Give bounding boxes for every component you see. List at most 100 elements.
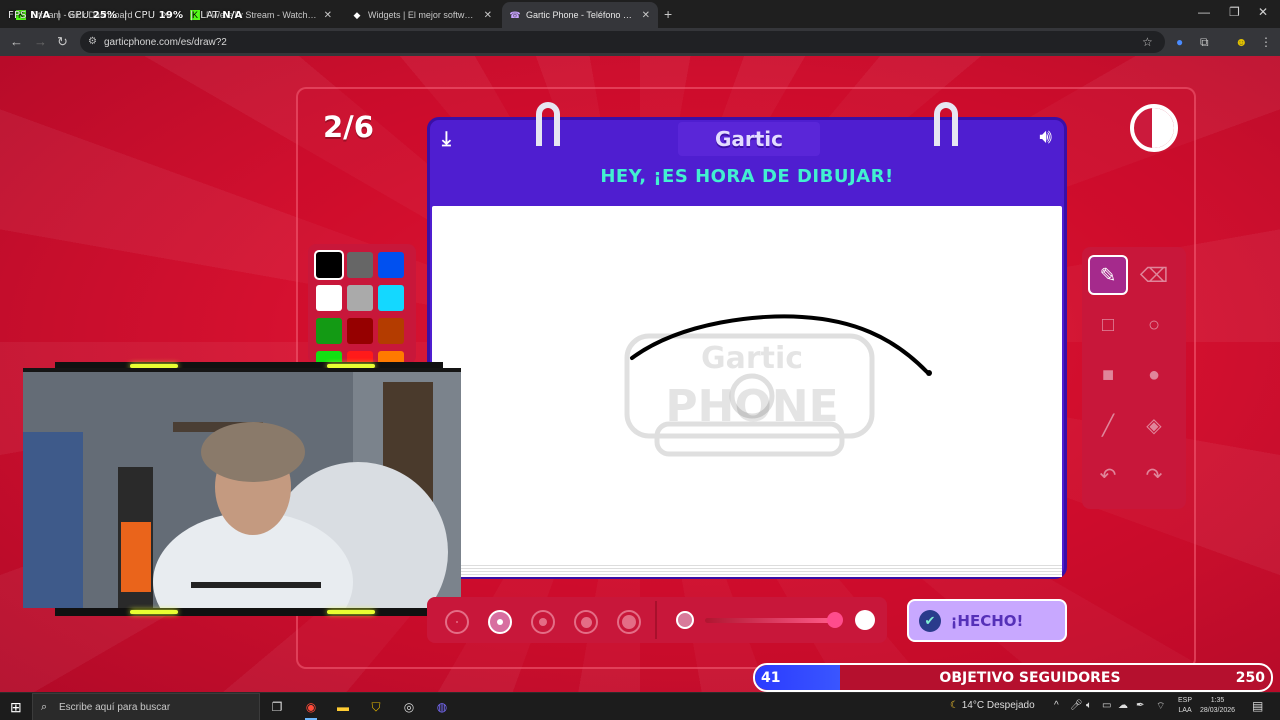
restore-icon[interactable]: ❐ — [1229, 5, 1240, 19]
close-icon[interactable]: ✕ — [642, 10, 650, 21]
lat-label: LAT — [200, 10, 219, 21]
window-close-icon[interactable]: ✕ — [1258, 5, 1268, 19]
file-explorer-icon[interactable]: ▬ — [333, 697, 353, 717]
brush-size-3[interactable] — [531, 610, 555, 634]
close-icon[interactable]: ✕ — [484, 10, 492, 21]
tray-overflow-icon[interactable]: ^ — [1054, 700, 1059, 711]
clock-time: 1:35 — [1210, 697, 1225, 704]
opacity-slider[interactable] — [705, 618, 835, 623]
cloud-icon[interactable]: ☁ — [1118, 700, 1128, 711]
color-swatch-black[interactable] — [314, 250, 344, 280]
fps-label: FPS — [8, 10, 27, 21]
obs-icon[interactable]: ◎ — [399, 697, 419, 717]
brush-size-1[interactable] — [445, 610, 469, 634]
network-icon[interactable]: ▭ — [1102, 700, 1111, 711]
language-indicator[interactable]: ESP LAA — [1178, 696, 1192, 716]
microphone-icon[interactable]: 🎤︎ — [1070, 700, 1083, 711]
check-icon: ✔ — [919, 610, 941, 632]
minimize-icon[interactable]: — — [1198, 5, 1210, 19]
color-swatch-dark-red[interactable] — [347, 318, 373, 344]
opacity-slider-handle[interactable] — [827, 612, 843, 628]
tab-title: Widgets | El mejor software para streame… — [368, 10, 478, 20]
task-view-icon[interactable]: ❐ — [267, 697, 287, 717]
url-text: garticphone.com/es/draw?2 — [104, 36, 227, 48]
discord-icon[interactable]: ◍ — [432, 697, 452, 717]
drawing-canvas[interactable]: Gartic PHONE — [432, 206, 1062, 566]
profile-avatar-icon[interactable]: ☻ — [1235, 35, 1248, 49]
bookmark-star-icon[interactable]: ☆ — [1142, 35, 1153, 49]
search-placeholder: Escribe aquí para buscar — [59, 701, 171, 713]
weather-widget[interactable]: ☾ 14°C Despejado — [950, 700, 1035, 711]
performance-overlay: FPS N/A | GPU 25% | CPU 19% | LAT N/A — [8, 10, 243, 21]
goal-label: OBJETIVO SEGUIDORES — [939, 670, 1121, 686]
binder-ring-right — [934, 102, 958, 146]
watermark-text-gartic: Gartic — [701, 341, 803, 376]
opacity-low-icon — [676, 611, 694, 629]
lang-secondary: LAA — [1178, 707, 1192, 714]
tab-widgets[interactable]: ◆ Widgets | El mejor software para strea… — [344, 2, 500, 28]
brush-size-2[interactable] — [488, 610, 512, 634]
done-button[interactable]: ✔ ¡HECHO! — [907, 599, 1067, 642]
wifi-icon[interactable]: ⌔ — [1156, 700, 1165, 713]
back-icon[interactable]: ← — [10, 34, 23, 49]
shield-app-icon[interactable]: ⛉ — [366, 697, 386, 717]
reload-icon[interactable]: ↻ — [57, 34, 68, 50]
pencil-icon[interactable]: ✎ — [1088, 255, 1128, 295]
webcam-feed — [23, 368, 461, 608]
address-bar: ← → ↻ ⚙ garticphone.com/es/draw?2 ☆ ● ⧉ … — [0, 28, 1280, 56]
forward-icon[interactable]: → — [34, 34, 47, 49]
chrome-icon[interactable]: ◉ — [301, 697, 321, 720]
eraser-icon[interactable]: ⌫ — [1134, 255, 1174, 295]
divider — [655, 601, 657, 639]
lat-value: N/A — [222, 10, 243, 21]
download-icon[interactable]: ⤓ — [442, 128, 451, 151]
tool-panel: ✎ ⌫ □ ○ ■ ● ╱ ◈ ↶ ↷ — [1082, 247, 1186, 509]
color-swatch-gray[interactable] — [347, 252, 373, 278]
fill-bucket-icon[interactable]: ◈ — [1134, 405, 1174, 445]
goal-target: 250 — [1235, 670, 1265, 686]
site-info-icon[interactable]: ⚙ — [88, 36, 97, 47]
webcam-glow — [130, 610, 178, 614]
color-swatch-green[interactable] — [316, 318, 342, 344]
taskbar-search[interactable]: ⌕ Escribe aquí para buscar — [32, 693, 260, 720]
tab-gartic-phone[interactable]: ☎ Gartic Phone - Teléfono Descompuesto ✕ — [502, 2, 658, 28]
watermark-text-phone: PHONE — [665, 381, 838, 432]
color-swatch-blue[interactable] — [378, 252, 404, 278]
sound-icon[interactable]: 🔊︎ — [1039, 126, 1052, 149]
line-icon[interactable]: ╱ — [1088, 405, 1128, 445]
circle-filled-icon[interactable]: ● — [1134, 355, 1174, 395]
gartic-page: 2/6 Gartic ⤓ 🔊︎ HEY, ¡ES HORA DE DIBUJAR… — [0, 56, 1280, 692]
canvas-drawing: Gartic PHONE — [624, 314, 932, 457]
color-swatch-cyan[interactable] — [378, 285, 404, 311]
circle-outline-icon[interactable]: ○ — [1134, 305, 1174, 345]
brush-options-bar — [427, 597, 887, 643]
url-input[interactable]: ⚙ garticphone.com/es/draw?2 — [80, 31, 1165, 53]
speaker-icon[interactable]: 🔈︎ — [1086, 700, 1092, 711]
weather-text: 14°C Despejado — [961, 700, 1035, 711]
close-icon[interactable]: ✕ — [324, 10, 332, 21]
brush-size-5[interactable] — [617, 610, 641, 634]
rect-filled-icon[interactable]: ■ — [1088, 355, 1128, 395]
notifications-icon[interactable]: ▤ — [1252, 699, 1263, 713]
undo-icon[interactable]: ↶ — [1088, 455, 1128, 495]
gartic-logo: Gartic — [678, 122, 820, 156]
widgets-favicon-icon: ◆ — [353, 9, 361, 20]
windows-start-icon[interactable]: ⊞ — [10, 699, 22, 716]
search-icon: ⌕ — [41, 701, 48, 713]
pen-icon[interactable]: ✒ — [1136, 700, 1144, 711]
brush-size-4[interactable] — [574, 610, 598, 634]
lang-primary: ESP — [1178, 697, 1193, 704]
extensions-puzzle-icon[interactable]: ⧉ — [1200, 35, 1209, 50]
new-tab-icon[interactable]: + — [664, 6, 672, 22]
extension-icon[interactable]: ● — [1176, 35, 1183, 49]
instruction-title: HEY, ¡ES HORA DE DIBUJAR! — [600, 166, 894, 187]
color-swatch-brown[interactable] — [378, 318, 404, 344]
clock[interactable]: 1:35 28/03/2026 — [1200, 696, 1235, 716]
clock-date: 28/03/2026 — [1200, 707, 1236, 714]
redo-icon[interactable]: ↷ — [1134, 455, 1174, 495]
rect-outline-icon[interactable]: □ — [1088, 305, 1128, 345]
webcam-glow — [327, 610, 375, 614]
color-swatch-light-gray[interactable] — [347, 285, 373, 311]
color-swatch-white[interactable] — [316, 285, 342, 311]
menu-kebab-icon[interactable]: ⋮ — [1260, 35, 1272, 49]
